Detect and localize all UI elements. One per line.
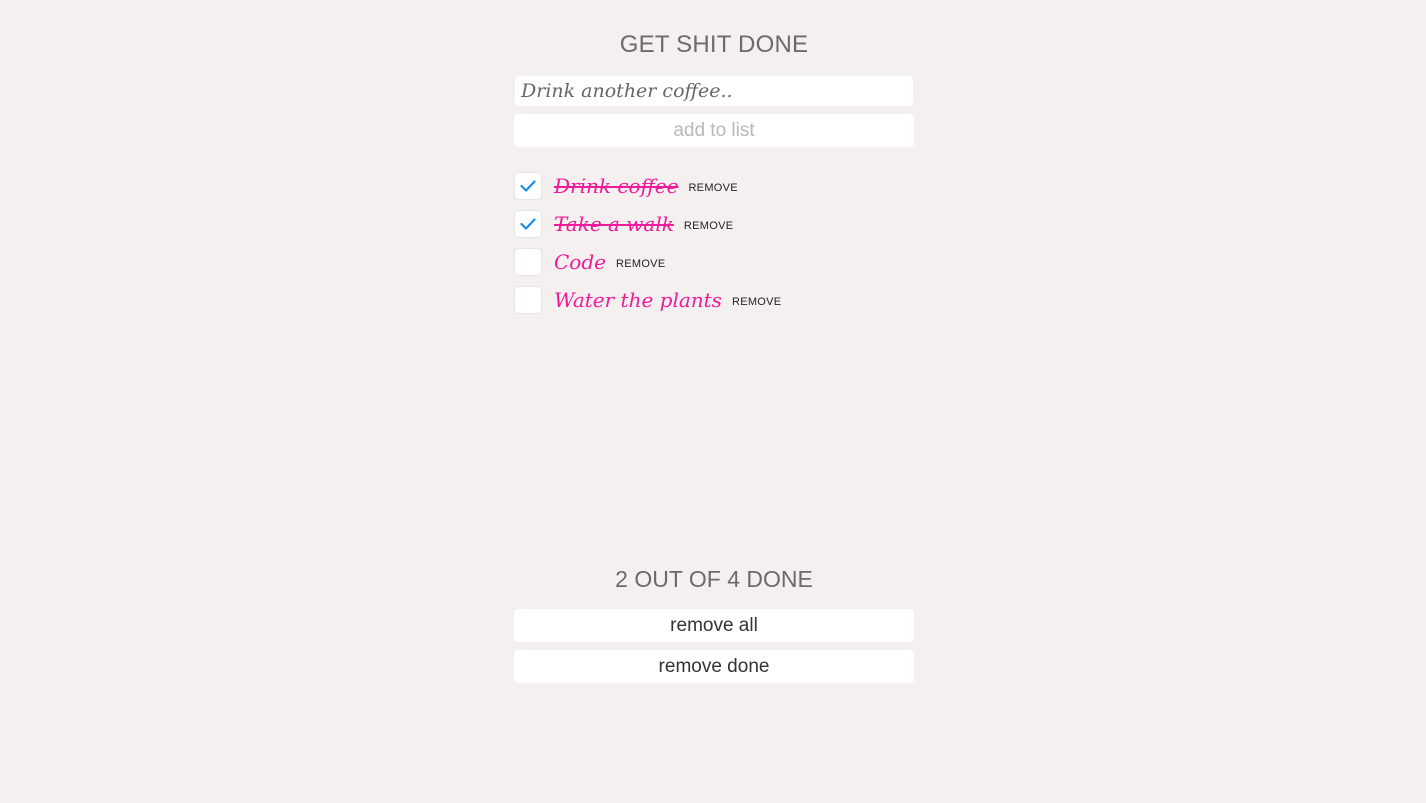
remove-item-button[interactable]: REMOVE xyxy=(684,207,733,241)
page-title: GET SHIT DONE xyxy=(619,31,809,58)
todo-item: Drink coffee REMOVE xyxy=(514,171,934,201)
todo-text[interactable]: Water the plants xyxy=(554,285,722,315)
todo-text[interactable]: Code xyxy=(554,247,606,277)
todo-list: Drink coffee REMOVE Take a walk REMOVE C… xyxy=(514,171,934,323)
todo-checkbox[interactable] xyxy=(514,210,542,238)
new-item-input[interactable] xyxy=(515,76,913,106)
todo-text[interactable]: Drink coffee xyxy=(554,171,678,201)
add-to-list-button[interactable]: add to list xyxy=(514,114,914,147)
todo-item: Take a walk REMOVE xyxy=(514,209,934,239)
remove-item-button[interactable]: REMOVE xyxy=(616,245,665,279)
checkmark-icon xyxy=(520,180,536,192)
remove-done-button[interactable]: remove done xyxy=(514,650,914,683)
done-summary: 2 OUT OF 4 DONE xyxy=(615,566,813,592)
todo-checkbox[interactable] xyxy=(514,286,542,314)
todo-app: GET SHIT DONE add to list Drink coffee R… xyxy=(0,0,1426,803)
todo-checkbox[interactable] xyxy=(514,248,542,276)
remove-all-button[interactable]: remove all xyxy=(514,609,914,642)
todo-checkbox[interactable] xyxy=(514,172,542,200)
checkmark-icon xyxy=(520,218,536,230)
todo-item: Water the plants REMOVE xyxy=(514,285,934,315)
todo-text[interactable]: Take a walk xyxy=(554,209,674,239)
remove-item-button[interactable]: REMOVE xyxy=(688,169,737,203)
todo-item: Code REMOVE xyxy=(514,247,934,277)
remove-item-button[interactable]: REMOVE xyxy=(732,283,781,317)
